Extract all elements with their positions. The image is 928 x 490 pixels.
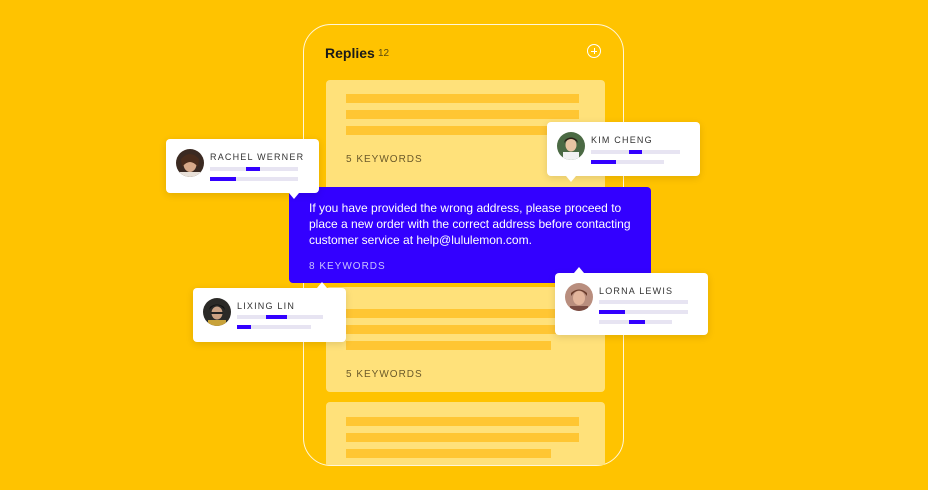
text-placeholder-line xyxy=(346,433,579,442)
avatar xyxy=(176,149,204,177)
keywords-count: 8 KEYWORDS xyxy=(309,261,386,272)
keyword-bar xyxy=(599,310,688,314)
text-placeholder-line xyxy=(346,417,579,426)
keyword-bar xyxy=(237,325,311,329)
user-card-rachel-werner[interactable]: RACHEL WERNER xyxy=(166,139,319,199)
avatar xyxy=(565,283,593,311)
keyword-bar xyxy=(591,160,664,164)
text-placeholder-line xyxy=(346,341,551,350)
text-placeholder-line xyxy=(346,126,551,135)
keyword-bar xyxy=(210,167,298,171)
user-name: LORNA LEWIS xyxy=(599,286,674,296)
user-name: LIXING LIN xyxy=(237,301,296,311)
avatar xyxy=(557,132,585,160)
keyword-bar xyxy=(599,320,672,324)
replies-count: 12 xyxy=(378,48,390,59)
keyword-bar xyxy=(599,300,688,304)
text-placeholder-line xyxy=(346,449,551,458)
keyword-bar xyxy=(210,177,298,181)
user-card-kim-cheng[interactable]: KIM CHENG xyxy=(547,122,700,182)
user-name: RACHEL WERNER xyxy=(210,152,305,162)
user-name: KIM CHENG xyxy=(591,135,653,145)
keywords-count: 5 KEYWORDS xyxy=(346,154,423,165)
add-reply-button[interactable] xyxy=(587,44,601,58)
text-placeholder-line xyxy=(346,325,579,334)
keyword-bar xyxy=(237,315,323,319)
reply-message: If you have provided the wrong address, … xyxy=(309,201,631,247)
keywords-count: 5 KEYWORDS xyxy=(346,369,423,380)
keyword-bar xyxy=(591,150,680,154)
text-placeholder-line xyxy=(346,110,579,119)
user-card-lixing-lin[interactable]: LIXING LIN xyxy=(193,282,346,342)
user-card-lorna-lewis[interactable]: LORNA LEWIS xyxy=(555,267,708,335)
selected-reply-card[interactable]: If you have provided the wrong address, … xyxy=(289,187,651,283)
text-placeholder-line xyxy=(346,94,579,103)
reply-card[interactable] xyxy=(326,402,605,465)
avatar xyxy=(203,298,231,326)
panel-title: Replies xyxy=(325,45,375,61)
text-placeholder-line xyxy=(346,309,579,318)
